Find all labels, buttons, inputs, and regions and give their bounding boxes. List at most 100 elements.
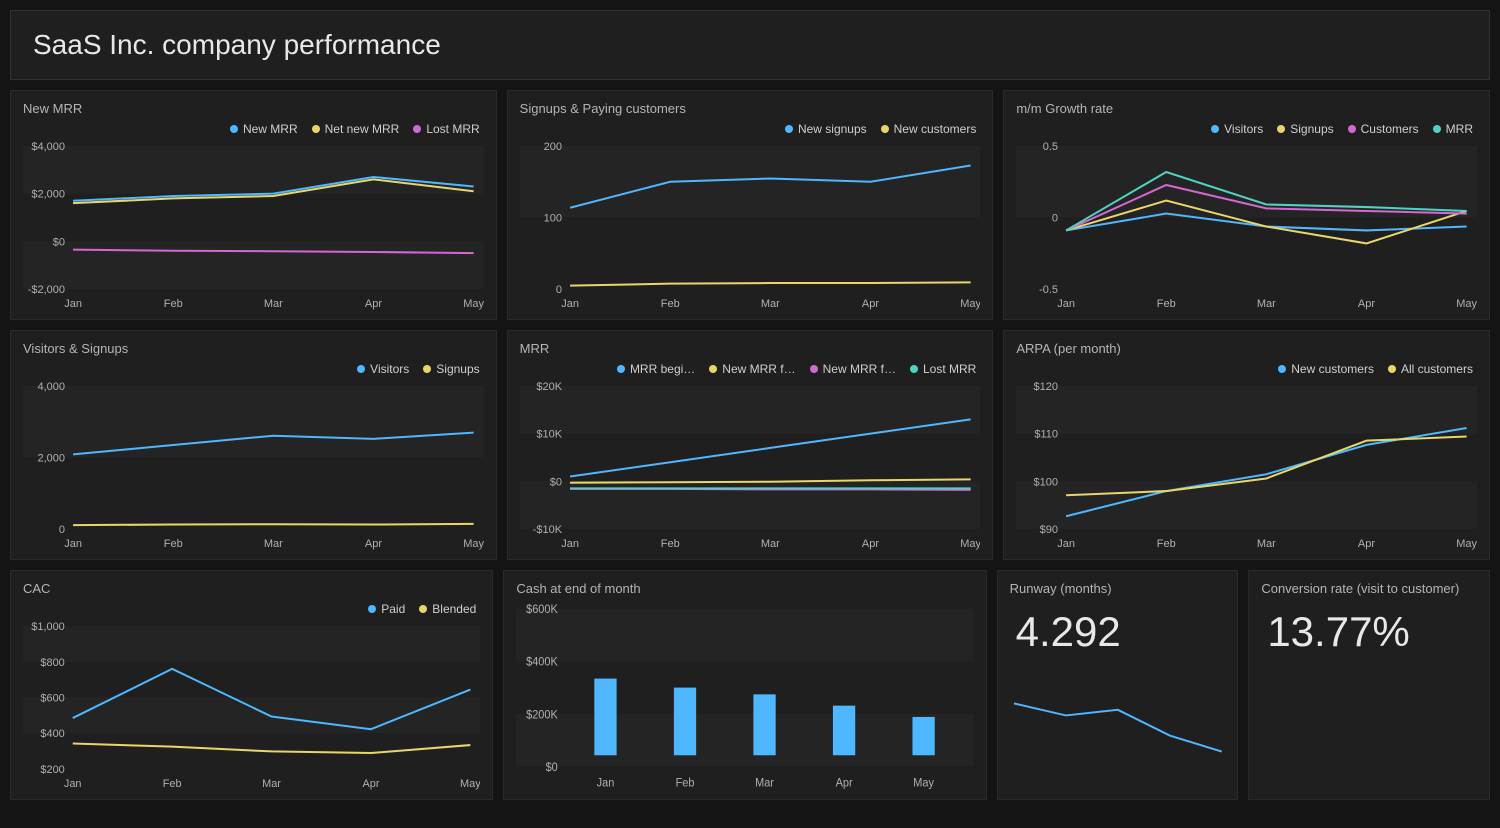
legend-dot-icon [1277,125,1285,133]
panel-visitors-signups[interactable]: Visitors & Signups VisitorsSignups4,0002… [10,330,497,560]
dashboard-grid-row1: New MRR New MRRNet new MRRLost MRR$4,000… [10,90,1490,320]
legend-label: Visitors [370,362,409,376]
legend-dot-icon [368,605,376,613]
svg-text:Feb: Feb [1157,538,1176,550]
svg-text:Apr: Apr [365,298,382,310]
panel-conversion[interactable]: Conversion rate (visit to customer) 13.7… [1248,570,1490,800]
legend-label: Customers [1361,122,1419,136]
panel-title: CAC [23,581,480,596]
chart-plot-area: $20K$10K$0-$10KJanFebMarAprMay [520,380,981,551]
svg-text:Mar: Mar [262,778,281,790]
svg-text:$4,000: $4,000 [31,141,65,153]
svg-text:Jan: Jan [561,538,579,550]
svg-text:Apr: Apr [1358,538,1375,550]
panel-title: New MRR [23,101,484,116]
chart-plot-area: $600K$400K$200K$0JanFebMarAprMay [516,602,973,791]
legend-dot-icon [1348,125,1356,133]
svg-text:-$2,000: -$2,000 [28,284,65,296]
svg-text:Mar: Mar [761,298,780,310]
panel-growth-rate[interactable]: m/m Growth rate VisitorsSignupsCustomers… [1003,90,1490,320]
legend-item: Lost MRR [413,122,479,136]
svg-text:4,000: 4,000 [38,381,66,393]
svg-text:Mar: Mar [755,776,774,790]
legend-dot-icon [423,365,431,373]
legend-label: Signups [1290,122,1333,136]
svg-text:May: May [460,778,480,790]
svg-text:Feb: Feb [676,776,695,790]
svg-text:Apr: Apr [1358,298,1375,310]
svg-text:May: May [1457,298,1477,310]
svg-text:Mar: Mar [761,538,780,550]
legend-dot-icon [1433,125,1441,133]
dashboard-grid-row2: Visitors & Signups VisitorsSignups4,0002… [10,330,1490,560]
svg-text:Mar: Mar [1257,538,1276,550]
svg-text:$110: $110 [1035,429,1059,441]
legend-label: Lost MRR [923,362,976,376]
svg-text:Jan: Jan [597,776,615,790]
runway-value: 4.292 [1016,608,1226,656]
svg-text:0.5: 0.5 [1043,141,1058,153]
dashboard-title-bar: SaaS Inc. company performance [10,10,1490,80]
legend-label: New MRR [243,122,298,136]
conversion-value: 13.77% [1267,608,1477,656]
svg-text:$120: $120 [1034,381,1058,393]
svg-text:May: May [914,776,935,790]
legend-item: Signups [1277,122,1333,136]
svg-text:May: May [463,538,483,550]
svg-text:$600: $600 [40,692,64,704]
svg-text:$2,000: $2,000 [31,189,65,201]
svg-text:Mar: Mar [1257,298,1276,310]
panel-cash[interactable]: Cash at end of month $600K$400K$200K$0Ja… [503,570,986,800]
legend-label: New MRR f… [823,362,896,376]
panel-title: m/m Growth rate [1016,101,1477,116]
panel-new-mrr[interactable]: New MRR New MRRNet new MRRLost MRR$4,000… [10,90,497,320]
panel-arpa[interactable]: ARPA (per month) New customersAll custom… [1003,330,1490,560]
legend-label: MRR [1446,122,1473,136]
chart-legend: VisitorsSignupsCustomersMRR [1016,122,1477,136]
svg-text:Feb: Feb [164,298,183,310]
svg-text:$200K: $200K [526,708,558,722]
svg-text:Apr: Apr [365,538,382,550]
legend-dot-icon [1278,365,1286,373]
panel-mrr[interactable]: MRR MRR begi…New MRR f…New MRR f…Lost MR… [507,330,994,560]
svg-text:Jan: Jan [561,298,579,310]
panel-runway[interactable]: Runway (months) 4.292 [997,570,1239,800]
legend-item: All customers [1388,362,1473,376]
legend-item: Lost MRR [910,362,976,376]
panel-signups-paying[interactable]: Signups & Paying customers New signupsNe… [507,90,994,320]
svg-text:$600K: $600K [526,603,558,617]
runway-sparkline [1010,664,1226,791]
legend-item: New signups [785,122,867,136]
legend-item: Visitors [357,362,409,376]
svg-text:$400K: $400K [526,655,558,669]
legend-item: Customers [1348,122,1419,136]
legend-dot-icon [785,125,793,133]
svg-text:Apr: Apr [862,298,879,310]
legend-label: Signups [436,362,479,376]
svg-text:Apr: Apr [836,776,853,790]
svg-text:-0.5: -0.5 [1039,284,1058,296]
svg-text:$100: $100 [1034,476,1058,488]
chart-legend: Paid Blended [23,602,480,616]
legend-item: Paid [368,602,405,616]
svg-text:200: 200 [543,141,561,153]
legend-label: MRR begi… [630,362,695,376]
chart-legend: New customersAll customers [1016,362,1477,376]
svg-text:$90: $90 [1040,524,1058,536]
legend-dot-icon [709,365,717,373]
chart-plot-area: 4,0002,0000JanFebMarAprMay [23,380,484,551]
legend-item: New customers [881,122,977,136]
chart-plot-area: 0.50-0.5JanFebMarAprMay [1016,140,1477,311]
svg-text:Jan: Jan [64,778,82,790]
svg-text:May: May [463,298,483,310]
svg-text:Apr: Apr [862,538,879,550]
panel-cac[interactable]: CAC Paid Blended $1,000$800$600$400$200Jan… [10,570,493,800]
svg-text:Feb: Feb [660,538,679,550]
legend-dot-icon [357,365,365,373]
svg-text:100: 100 [543,212,561,224]
legend-dot-icon [413,125,421,133]
chart-plot-area: $1,000$800$600$400$200JanFebMarAprMay [23,620,480,791]
legend-item: Blended [419,602,476,616]
svg-text:Jan: Jan [1058,538,1076,550]
legend-item: New MRR f… [709,362,795,376]
